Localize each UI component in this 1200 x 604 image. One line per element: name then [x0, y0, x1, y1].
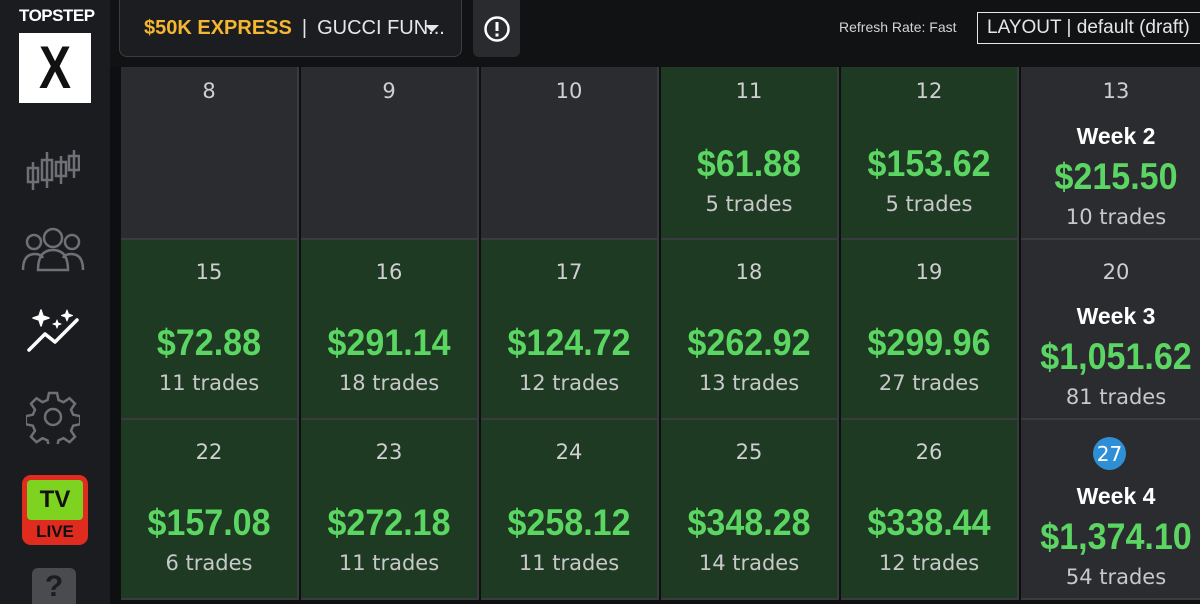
calendar-day-cell[interactable]: 12 $153.62 5 trades	[841, 67, 1019, 240]
question-mark-icon: ?	[44, 570, 64, 603]
day-number: 11	[735, 79, 763, 103]
calendar-day-cell[interactable]: 18 $262.92 13 trades	[661, 240, 839, 420]
calendar-day-cell[interactable]: 17 $124.72 12 trades	[481, 240, 659, 420]
alert-button[interactable]	[473, 0, 520, 57]
daily-pnl: $124.72	[507, 322, 631, 363]
tv-icon: TV	[27, 480, 83, 520]
daily-pnl: $258.12	[507, 502, 631, 543]
gear-icon	[26, 391, 80, 444]
daily-trade-count: 11 trades	[158, 371, 260, 395]
day-number: 15	[195, 260, 223, 284]
daily-pnl: $61.88	[696, 143, 802, 184]
daily-pnl: $338.44	[867, 502, 991, 543]
daily-pnl: $272.18	[327, 502, 451, 543]
day-number: 23	[375, 440, 403, 464]
calendar-day-cell[interactable]: 24 $258.12 11 trades	[481, 420, 659, 600]
chevron-down-icon	[425, 25, 439, 32]
daily-trade-count: 5 trades	[885, 192, 973, 216]
calendar-day-cell[interactable]: 15 $72.88 11 trades	[121, 240, 299, 420]
logo-wordmark: TOPSTEP	[19, 6, 95, 25]
layout-selector[interactable]: LAYOUT | default (draft)	[977, 12, 1200, 44]
day-number: 13	[1102, 79, 1130, 103]
live-badge: LIVE	[36, 522, 74, 541]
sparkle-trend-icon	[27, 309, 79, 352]
week-label: Week 3	[1076, 303, 1156, 329]
calendar-day-cell[interactable]: 19 $299.96 27 trades	[841, 240, 1019, 420]
calendar-day-cell[interactable]: 23 $272.18 11 trades	[301, 420, 479, 600]
calendar-day-cell[interactable]: 26 $338.44 12 trades	[841, 420, 1019, 600]
account-separator: |	[301, 16, 308, 39]
sidebar-item-community[interactable]	[20, 220, 86, 276]
refresh-rate-label: Refresh Rate: Fast	[839, 19, 957, 35]
account-dropdown[interactable]: $50K EXPRESS | GUCCI FUN...	[119, 0, 462, 57]
today-marker: 27	[1093, 437, 1126, 470]
topstep-logo[interactable]: TOPSTEP X	[19, 4, 95, 106]
day-number: 10	[555, 79, 583, 103]
day-number: 17	[555, 260, 583, 284]
calendar-day-cell[interactable]: 11 $61.88 5 trades	[661, 67, 839, 240]
daily-trade-count: 12 trades	[878, 551, 980, 575]
weekly-trade-count: 81 trades	[1065, 385, 1167, 409]
calendar-day-cell[interactable]: 16 $291.14 18 trades	[301, 240, 479, 420]
daily-trade-count: 18 trades	[338, 371, 440, 395]
day-number: 26	[915, 440, 943, 464]
logo-mark: X	[38, 34, 72, 101]
day-number: 8	[202, 79, 216, 103]
daily-trade-count: 27 trades	[878, 371, 980, 395]
calendar-day-cell[interactable]: 10	[481, 67, 659, 240]
account-name: $50K EXPRESS	[144, 16, 292, 39]
candlestick-chart-icon	[26, 150, 80, 190]
daily-pnl: $348.28	[687, 502, 811, 543]
daily-trade-count: 13 trades	[698, 371, 800, 395]
daily-trade-count: 14 trades	[698, 551, 800, 575]
calendar-day-cell[interactable]: 9	[301, 67, 479, 240]
daily-trade-count: 12 trades	[518, 371, 620, 395]
day-number: 12	[915, 79, 943, 103]
day-number: 19	[915, 260, 943, 284]
day-number: 25	[735, 440, 763, 464]
weekly-trade-count: 54 trades	[1065, 565, 1167, 589]
daily-pnl: $262.92	[687, 322, 811, 363]
tv-label: TV	[39, 486, 71, 513]
day-number: 22	[195, 440, 223, 464]
logo-mark-box: X	[19, 33, 91, 103]
day-number: 24	[555, 440, 583, 464]
daily-pnl: $153.62	[867, 143, 991, 184]
weekly-pnl: $1,374.10	[1040, 516, 1192, 557]
day-number: 18	[735, 260, 763, 284]
week-label: Week 2	[1076, 123, 1156, 149]
daily-pnl: $299.96	[867, 322, 991, 363]
daily-pnl: $72.88	[156, 322, 262, 363]
week-summary-cell[interactable]: 27 Week 4 $1,374.10 54 trades	[1021, 420, 1200, 600]
day-number: 9	[382, 79, 396, 103]
help-button[interactable]: ?	[32, 568, 76, 604]
tv-live-button[interactable]: TV LIVE	[22, 475, 88, 545]
users-group-icon	[21, 227, 85, 272]
calendar-day-cell[interactable]: 8	[121, 67, 299, 240]
sidebar-item-settings[interactable]	[20, 389, 86, 445]
daily-trade-count: 6 trades	[165, 551, 253, 575]
daily-pnl: $157.08	[147, 502, 271, 543]
week-label: Week 4	[1076, 483, 1156, 509]
sidebar-item-analytics[interactable]	[20, 302, 86, 358]
calendar-day-cell[interactable]: 22 $157.08 6 trades	[121, 420, 299, 600]
weekly-trade-count: 10 trades	[1065, 205, 1167, 229]
pnl-calendar: 8 9 10 11 $61.88 5 trades 12 $153.62 5 trades 13 W…	[110, 67, 1200, 604]
week-summary-cell[interactable]: 13 Week 2 $215.50 10 trades	[1021, 67, 1200, 240]
day-number: 20	[1102, 260, 1130, 284]
calendar-day-cell[interactable]: 25 $348.28 14 trades	[661, 420, 839, 600]
daily-trade-count: 11 trades	[518, 551, 620, 575]
alert-circle-icon	[483, 15, 510, 42]
daily-pnl: $291.14	[327, 322, 451, 363]
weekly-pnl: $215.50	[1054, 156, 1178, 197]
week-summary-cell[interactable]: 20 Week 3 $1,051.62 81 trades	[1021, 240, 1200, 420]
daily-trade-count: 5 trades	[705, 192, 793, 216]
sidebar: TOPSTEP X TV LIVE ?	[0, 0, 110, 604]
weekly-pnl: $1,051.62	[1040, 336, 1192, 377]
day-number: 16	[375, 260, 403, 284]
sidebar-item-chart[interactable]	[20, 143, 86, 199]
daily-trade-count: 11 trades	[338, 551, 440, 575]
